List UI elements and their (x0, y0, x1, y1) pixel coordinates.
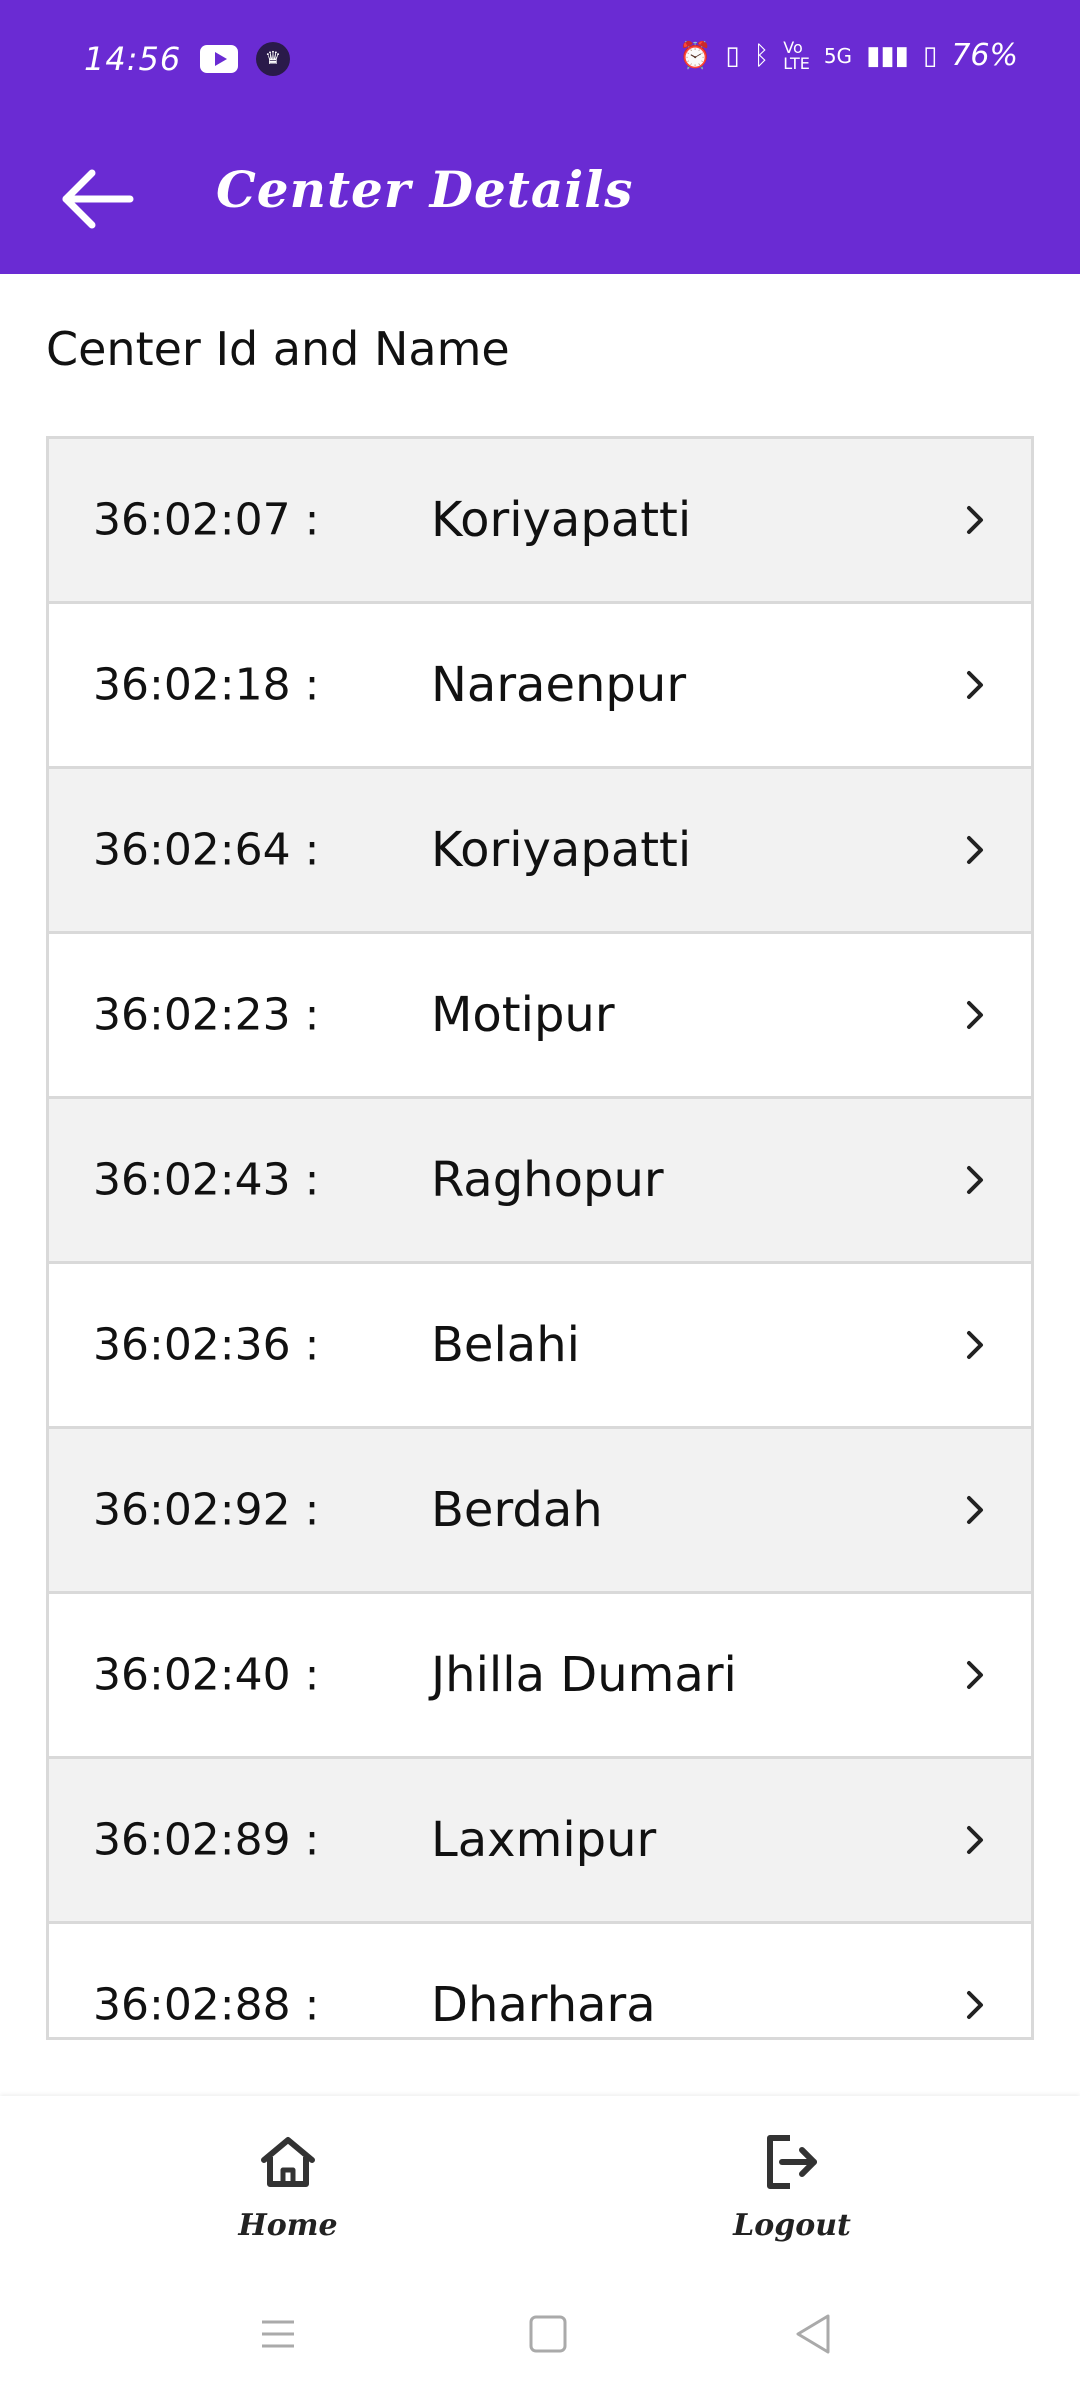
home-square-icon[interactable] (518, 2304, 578, 2364)
status-time: 14:56 (84, 40, 182, 78)
nav-home[interactable]: Home (188, 2130, 388, 2243)
chevron-right-icon (967, 1001, 983, 1029)
bluetooth-icon: ᛒ (753, 40, 770, 71)
center-id: 36:02:40 : (93, 1649, 320, 1701)
chevron-right-icon (967, 1496, 983, 1524)
list-item[interactable]: 36:02:43 : Raghopur (49, 1099, 1031, 1264)
center-name: Koriyapatti (431, 822, 692, 878)
list-item[interactable]: 36:02:89 : Laxmipur (49, 1759, 1031, 1924)
logout-icon (767, 2135, 817, 2189)
center-name: Belahi (431, 1317, 580, 1373)
list-item[interactable]: 36:02:07 : Koriyapatti (49, 439, 1031, 604)
center-name: Raghopur (431, 1152, 664, 1208)
home-icon (261, 2137, 315, 2187)
signal-icon: ▮▮▮ (866, 40, 909, 71)
center-name: Naraenpur (431, 657, 687, 713)
volte-icon: Vo LTE (783, 37, 810, 73)
center-id: 36:02:23 : (93, 989, 320, 1041)
chevron-right-icon (967, 1166, 983, 1194)
center-list[interactable]: 36:02:07 : Koriyapatti 36:02:18 : Naraenpur… (46, 436, 1034, 2040)
center-id: 36:02:88 : (93, 1979, 320, 2031)
chevron-right-icon (967, 1826, 983, 1854)
youtube-icon (200, 45, 238, 73)
status-system-icons: ⏰ ▯ ᛒ Vo LTE 5G ▮▮▮ ▯ 76% (679, 38, 1018, 73)
network-type: 5G (823, 43, 853, 68)
center-id: 36:02:89 : (93, 1814, 320, 1866)
system-nav-bar (0, 2266, 1080, 2400)
battery-icon: ▯ (923, 40, 938, 71)
app-bar: Center Details (0, 124, 1080, 274)
list-item[interactable]: 36:02:88 : Dharhara (49, 1924, 1031, 2037)
center-id: 36:02:07 : (93, 494, 320, 546)
center-id: 36:02:18 : (93, 659, 320, 711)
list-item[interactable]: 36:02:40 : Jhilla Dumari (49, 1594, 1031, 1759)
center-name: Koriyapatti (431, 492, 692, 548)
center-id: 36:02:92 : (93, 1484, 320, 1536)
list-item[interactable]: 36:02:23 : Motipur (49, 934, 1031, 1099)
center-id: 36:02:64 : (93, 824, 320, 876)
center-id: 36:02:36 : (93, 1319, 320, 1371)
bottom-nav: Home Logout (0, 2096, 1080, 2266)
list-item[interactable]: 36:02:64 : Koriyapatti (49, 769, 1031, 934)
chevron-right-icon (967, 836, 983, 864)
center-name: Laxmipur (431, 1812, 657, 1868)
crown-icon: ♛ (256, 42, 290, 76)
chevron-right-icon (967, 1661, 983, 1689)
nav-logout[interactable]: Logout (692, 2130, 892, 2243)
center-name: Jhilla Dumari (431, 1647, 737, 1703)
chevron-right-icon (967, 671, 983, 699)
page-title: Center Details (216, 160, 634, 219)
center-name: Dharhara (431, 1977, 656, 2033)
arrow-left-icon (62, 169, 134, 229)
list-item[interactable]: 36:02:18 : Naraenpur (49, 604, 1031, 769)
nav-home-label: Home (238, 2208, 338, 2243)
center-name: Berdah (431, 1482, 603, 1538)
center-name: Motipur (431, 987, 615, 1043)
status-notification-icons: ♛ (200, 42, 290, 76)
center-id: 36:02:43 : (93, 1154, 320, 1206)
back-triangle-icon[interactable] (784, 2304, 844, 2364)
nav-logout-label: Logout (733, 2208, 851, 2243)
menu-icon[interactable] (248, 2304, 308, 2364)
list-item[interactable]: 36:02:36 : Belahi (49, 1264, 1031, 1429)
list-item[interactable]: 36:02:92 : Berdah (49, 1429, 1031, 1594)
chevron-right-icon (967, 506, 983, 534)
chevron-right-icon (967, 1991, 983, 2019)
section-title: Center Id and Name (46, 322, 510, 376)
vibrate-icon: ▯ (725, 40, 740, 71)
back-button[interactable] (58, 164, 138, 234)
chevron-right-icon (967, 1331, 983, 1359)
status-bar: 14:56 ♛ ⏰ ▯ ᛒ Vo LTE 5G ▮▮▮ ▯ 76% (0, 0, 1080, 124)
battery-percent: 76% (951, 38, 1018, 73)
alarm-icon: ⏰ (678, 40, 712, 71)
